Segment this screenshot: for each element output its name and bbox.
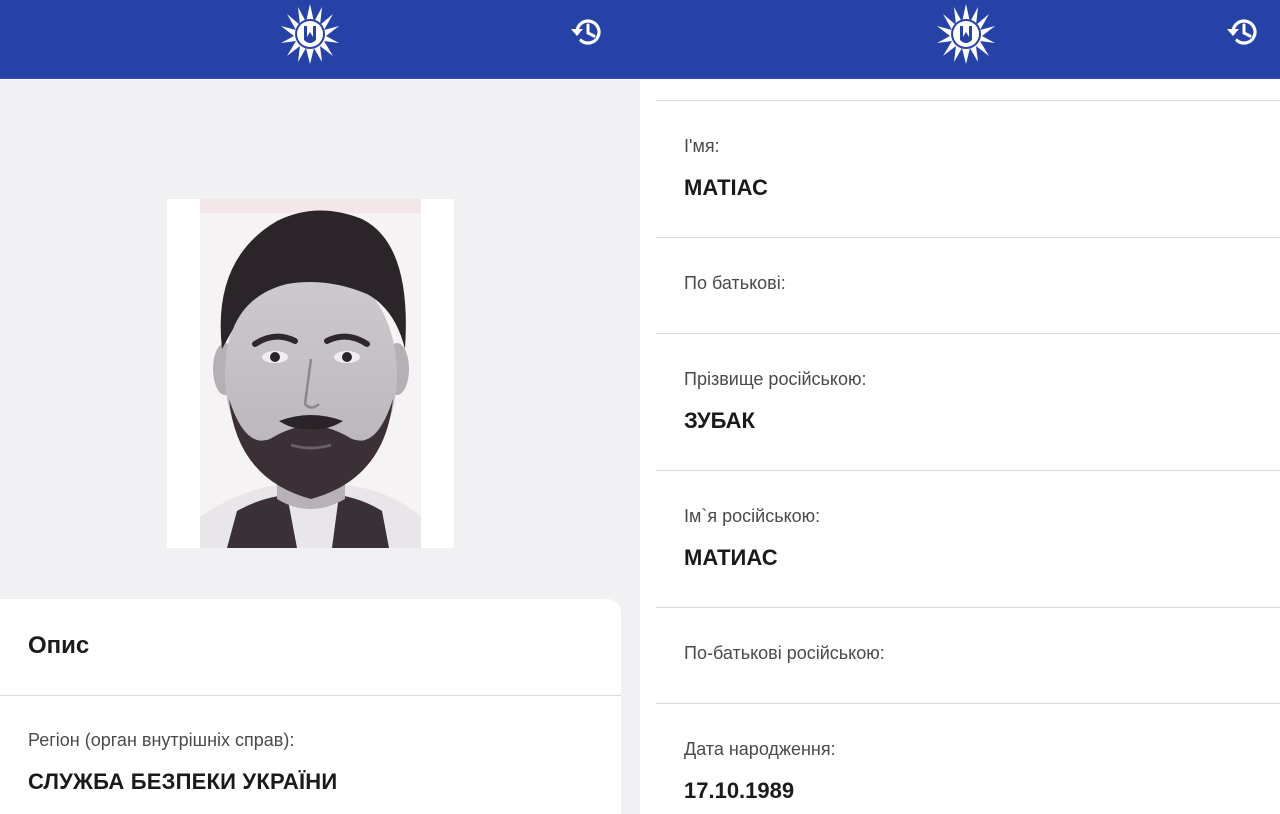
description-title: Опис: [28, 632, 90, 659]
police-emblem-icon: [276, 2, 344, 66]
person-photo: [167, 199, 454, 548]
description-card: Опис Регіон (орган внутрішніх справ): СЛ…: [0, 599, 621, 814]
field-surname-ru: Прізвище російською: ЗУБАК: [656, 333, 1280, 470]
profile-photo-area: Опис Регіон (орган внутрішніх справ): СЛ…: [0, 80, 640, 814]
history-icon: [571, 19, 601, 45]
divider: [0, 695, 621, 696]
field-label: Ім`я російською:: [684, 506, 821, 526]
field-label: Дата народження:: [684, 739, 836, 759]
history-button[interactable]: [565, 10, 609, 54]
field-label: По батькові:: [684, 273, 786, 293]
field-value: МАТИАС: [684, 545, 778, 570]
field-value: 17.10.1989: [684, 778, 795, 803]
history-button[interactable]: [1221, 10, 1265, 54]
field-label: Прізвище російською:: [684, 369, 867, 389]
region-label: Регіон (орган внутрішніх справ):: [28, 730, 295, 750]
field-name-ru: Ім`я російською: МАТИАС: [656, 470, 1280, 607]
field-name: І'мя: МАТІАС: [656, 100, 1280, 237]
police-emblem-icon: [932, 2, 1000, 66]
field-birth-date: Дата народження: 17.10.1989: [656, 703, 1280, 814]
region-value: СЛУЖБА БЕЗПЕКИ УКРАЇНИ: [28, 769, 338, 794]
left-screen: Опис Регіон (орган внутрішніх справ): СЛ…: [0, 0, 640, 814]
field-label: По-батькові російською:: [684, 643, 885, 663]
field-value: МАТІАС: [684, 175, 768, 200]
field-patronymic-ru: По-батькові російською:: [656, 607, 1280, 703]
field-value: ЗУБАК: [684, 408, 755, 433]
history-icon: [1227, 19, 1257, 45]
field-label: І'мя:: [684, 136, 720, 156]
app-header: [0, 0, 640, 79]
field-patronymic: По батькові:: [656, 237, 1280, 333]
right-screen: І'мя: МАТІАС По батькові: Прізвище росій…: [640, 0, 1280, 814]
app-header: [640, 0, 1280, 79]
details-list: І'мя: МАТІАС По батькові: Прізвище росій…: [656, 80, 1280, 814]
